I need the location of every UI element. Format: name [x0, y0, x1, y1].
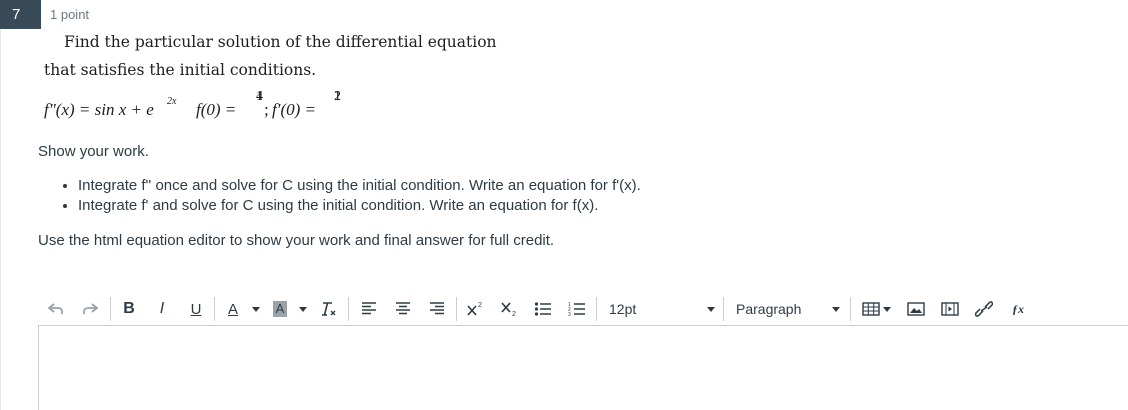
- fraction-denominator: 4: [256, 89, 263, 104]
- question-border: [0, 29, 1, 410]
- list-item: Integrate f' and solve for C using the i…: [78, 196, 641, 216]
- image-icon: [907, 302, 925, 316]
- highlight-color-dropdown[interactable]: [297, 292, 309, 326]
- table-button[interactable]: [860, 292, 892, 326]
- undo-button[interactable]: [44, 292, 68, 326]
- toolbar-divider: [850, 297, 851, 321]
- toolbar-divider: [456, 297, 457, 321]
- editor-instruction-text: Use the html equation editor to show you…: [38, 232, 555, 249]
- initial-condition-fprime0: f′(0) =: [272, 100, 316, 119]
- rich-text-editor-area[interactable]: [38, 325, 1128, 410]
- toolbar-divider: [214, 297, 215, 321]
- numbered-list-icon: 123: [568, 302, 585, 317]
- align-center-button[interactable]: [392, 292, 414, 326]
- show-work-text: Show your work.: [38, 143, 149, 160]
- bullet-list-icon: [534, 302, 551, 316]
- chevron-down-icon: [299, 306, 307, 312]
- bullet-list-button[interactable]: [532, 292, 554, 326]
- numbered-list-button[interactable]: 123: [566, 292, 588, 326]
- redo-button[interactable]: [78, 292, 102, 326]
- subscript-button[interactable]: 2: [498, 292, 520, 326]
- question-number: 7: [0, 0, 41, 29]
- chevron-down-icon: [252, 306, 260, 312]
- insert-media-button[interactable]: [939, 292, 961, 326]
- align-right-button[interactable]: [426, 292, 448, 326]
- superscript-button[interactable]: 2: [464, 292, 486, 326]
- italic-button[interactable]: I: [151, 292, 173, 326]
- toolbar-divider: [723, 297, 724, 321]
- instruction-list: Integrate f'' once and solve for C using…: [38, 176, 641, 215]
- question-points: 1 point: [50, 7, 90, 22]
- problem-statement-line2: that satisfies the initial conditions.: [44, 61, 317, 79]
- equation-lhs: f″(x) = sin x + e: [44, 100, 154, 119]
- highlight-color-button[interactable]: A: [271, 292, 289, 326]
- problem-statement-line1: Find the particular solution of the diff…: [64, 33, 497, 51]
- svg-text:2: 2: [478, 302, 482, 309]
- svg-text:2: 2: [512, 311, 516, 317]
- insert-image-button[interactable]: [905, 292, 927, 326]
- clear-formatting-icon: [322, 302, 336, 316]
- undo-icon: [48, 303, 63, 314]
- chevron-down-icon: [707, 307, 715, 312]
- table-icon: [861, 302, 880, 316]
- clear-formatting-button[interactable]: [318, 292, 340, 326]
- font-size-value: 12pt: [609, 301, 637, 317]
- align-left-button[interactable]: [358, 292, 380, 326]
- fraction-denominator: 2: [334, 89, 341, 104]
- align-right-icon: [430, 302, 444, 315]
- bold-button[interactable]: B: [118, 292, 140, 326]
- equation-exponent: 2x: [167, 96, 177, 107]
- equation-semicolon: ;: [264, 100, 269, 119]
- highlight-icon: A: [272, 301, 288, 317]
- math-equation-button[interactable]: ƒx: [1007, 292, 1029, 326]
- toolbar-divider: [348, 297, 349, 321]
- chevron-down-icon: [832, 307, 840, 312]
- paragraph-format-value: Paragraph: [736, 301, 802, 317]
- chevron-down-icon: [882, 306, 891, 312]
- insert-link-button[interactable]: [973, 292, 995, 326]
- media-icon: [941, 302, 959, 316]
- paragraph-format-select[interactable]: Paragraph: [736, 298, 840, 320]
- font-size-select[interactable]: 12pt: [609, 298, 715, 320]
- svg-text:3: 3: [568, 312, 571, 317]
- list-item: Integrate f'' once and solve for C using…: [78, 176, 641, 196]
- toolbar-divider: [110, 297, 111, 321]
- initial-condition-f0: f(0) =: [196, 100, 237, 119]
- font-color-button[interactable]: A: [222, 292, 244, 326]
- align-left-icon: [362, 302, 376, 315]
- editor-toolbar: B I U A A 2 2 123 12pt Paragraph ƒx: [38, 292, 1128, 326]
- align-center-icon: [396, 302, 410, 315]
- superscript-icon: 2: [467, 302, 482, 316]
- redo-icon: [83, 303, 98, 314]
- link-icon: [975, 301, 993, 317]
- toolbar-divider: [596, 297, 597, 321]
- font-color-dropdown[interactable]: [250, 292, 262, 326]
- subscript-icon: 2: [501, 302, 516, 317]
- underline-button[interactable]: U: [185, 292, 207, 326]
